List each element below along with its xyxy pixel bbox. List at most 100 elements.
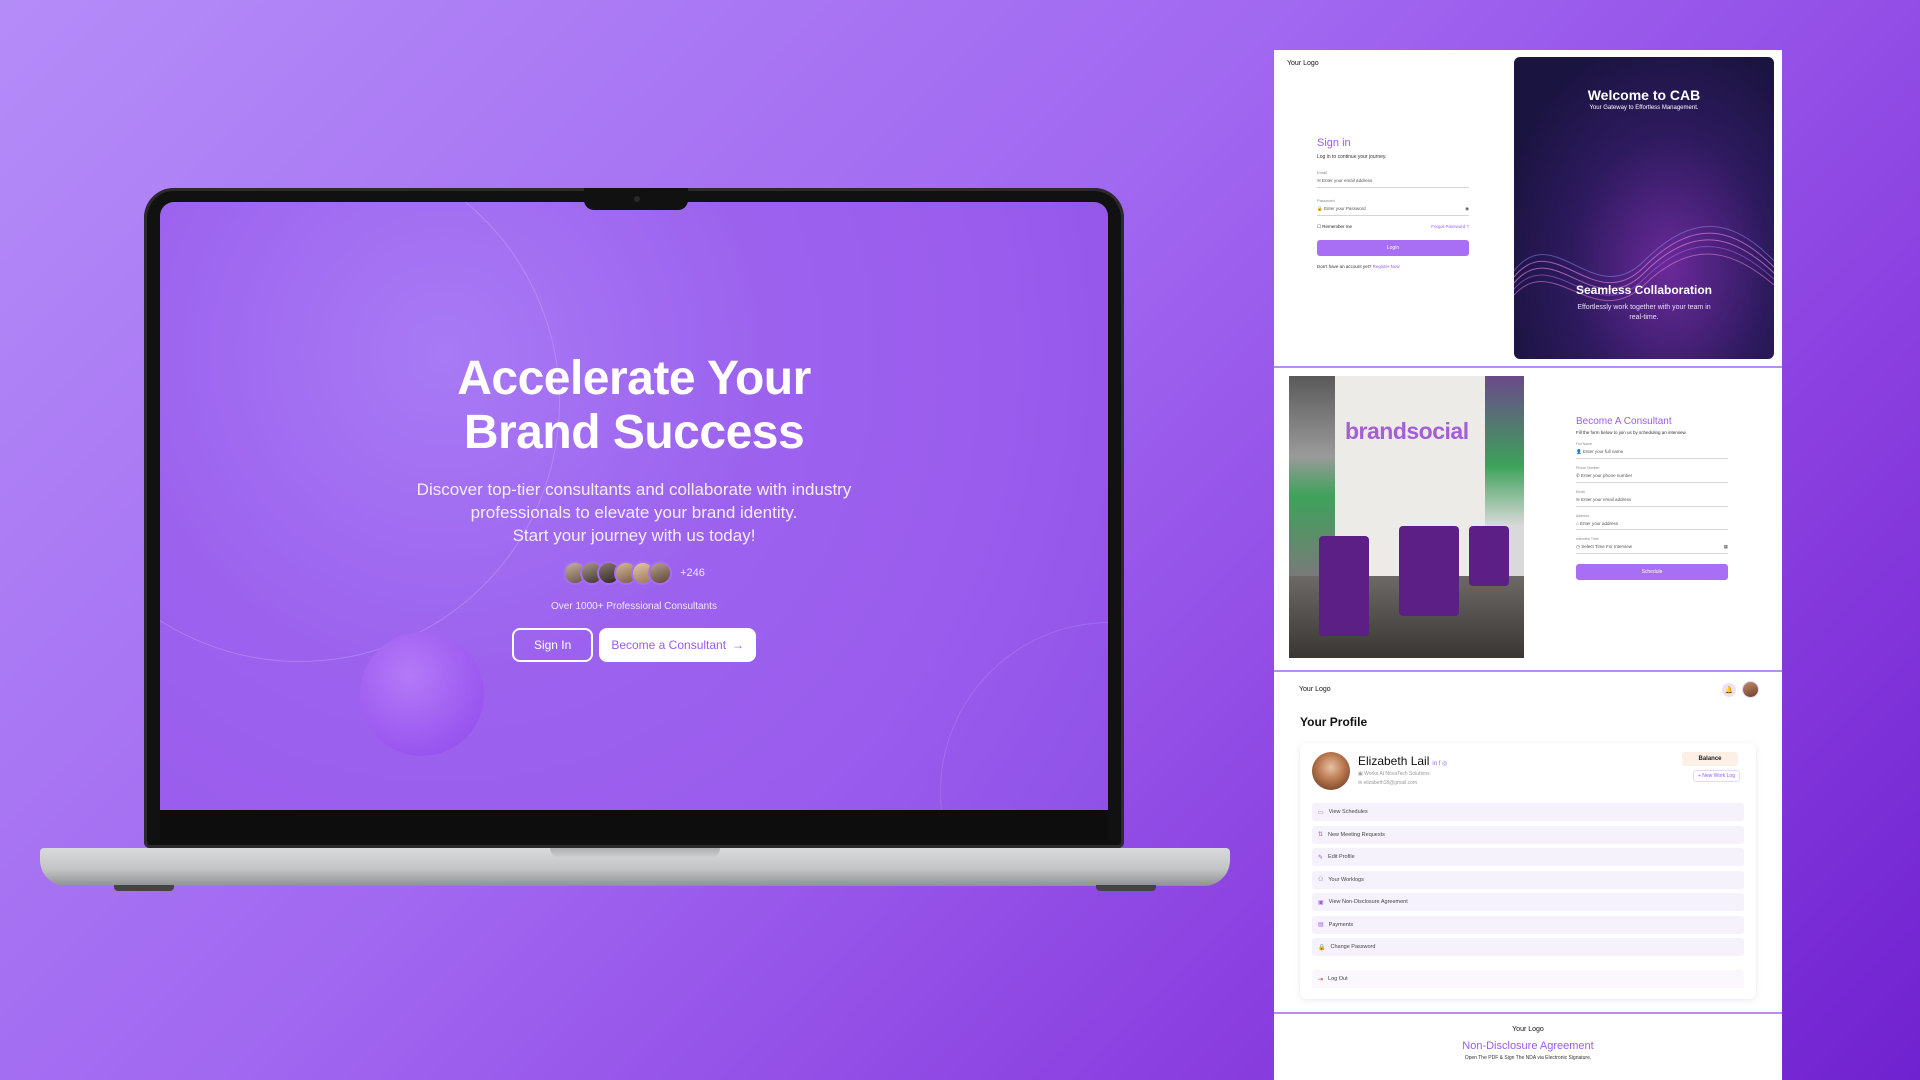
worklog-icon: ⚇ — [1318, 877, 1324, 883]
user-icon: 👤 — [1576, 449, 1582, 454]
laptop-notch — [584, 188, 688, 210]
arrow-right-icon: → — [732, 638, 745, 652]
welcome-title: Welcome to CAB — [1587, 87, 1701, 103]
mail-icon: ✉ — [1576, 497, 1580, 502]
logo: Your Logo — [1512, 1026, 1544, 1033]
password-placeholder: Enter your Password — [1323, 206, 1366, 211]
divider — [1274, 670, 1782, 672]
profile-name-text: Elizabeth Lail — [1358, 754, 1430, 768]
hero-subtitle-line: Discover top-tier consultants and collab… — [416, 480, 852, 499]
laptop-foot — [1096, 885, 1156, 891]
interview-time-field[interactable]: ◷ Select Time For Interview ▦ — [1576, 541, 1728, 554]
brand-sign: brandsocial — [1345, 418, 1469, 444]
new-work-log-button[interactable]: + New Work Log — [1692, 770, 1740, 782]
balance-badge[interactable]: Balance — [1682, 752, 1738, 766]
profile-menu: ▭ View Schedules ⇅ New Meeting Requests ✎ E… — [1312, 803, 1744, 993]
email-field[interactable]: ✉ Enter your email address — [1576, 494, 1728, 507]
calendar-icon: ▭ — [1318, 809, 1324, 816]
register-link[interactable]: Register Now — [1373, 264, 1400, 269]
edit-icon: ✎ — [1318, 854, 1324, 861]
building-icon: ▣ — [1358, 771, 1363, 777]
address-placeholder: Enter your address — [1579, 521, 1619, 526]
profile-company-text: Works At NovaTech Solutions — [1364, 771, 1430, 777]
become-consultant-button[interactable]: Become a Consultant → — [599, 628, 757, 662]
divider — [1274, 1012, 1782, 1014]
signin-heading: Sign in — [1317, 137, 1351, 149]
menu-label: New Meeting Requests — [1328, 831, 1385, 838]
lock-icon: 🔒 — [1317, 206, 1323, 211]
schedule-button[interactable]: Schedule — [1576, 564, 1728, 580]
phone-field[interactable]: ✆ Enter your phone number — [1576, 470, 1728, 483]
laptop-foot — [114, 885, 174, 891]
laptop-chin — [160, 810, 1108, 840]
collab-text: Effortlessly work together with your tea… — [1577, 304, 1711, 321]
camera-icon — [634, 196, 640, 202]
phone-placeholder: Enter your phone number — [1581, 473, 1633, 478]
profile-title: Your Profile — [1300, 715, 1368, 729]
menu-label: Payments — [1328, 921, 1354, 928]
profile-name: Elizabeth Lail in f ◎ — [1358, 754, 1447, 768]
profile-card: Elizabeth Lail in f ◎ ▣ Works At NovaTech… — [1300, 743, 1756, 999]
laptop-groove — [550, 848, 720, 858]
remember-row: ☐ Remember me Forgot Password ? — [1317, 224, 1469, 230]
mail-icon: ✉ — [1358, 780, 1363, 786]
calendar-icon[interactable]: ▦ — [1724, 544, 1728, 550]
menu-label: Log Out — [1328, 976, 1348, 982]
menu-log-out[interactable]: ⇥ Log Out — [1312, 970, 1744, 988]
card-icon: ▤ — [1318, 922, 1324, 928]
register-prompt: Don't have an account yet? Register Now — [1317, 264, 1469, 269]
menu-your-worklogs[interactable]: ⚇ Your Worklogs — [1312, 870, 1744, 889]
hero-title-line: Brand Success — [463, 406, 805, 459]
hero-title-line: Accelerate Your — [457, 352, 811, 405]
email-field[interactable]: ✉ Enter your email address — [1317, 175, 1469, 188]
interview-time-placeholder: Select Time For Interview — [1581, 544, 1632, 549]
menu-label: Edit Profile — [1328, 854, 1355, 860]
landing-screen: Accelerate Your Brand Success Discover t… — [160, 202, 1108, 810]
social-icons[interactable]: in f ◎ — [1432, 761, 1447, 767]
eye-icon[interactable]: ◉ — [1465, 206, 1469, 212]
meeting-icon: ⇅ — [1318, 832, 1324, 838]
document-icon: ▣ — [1318, 899, 1324, 906]
office-photo: brandsocial — [1289, 376, 1524, 658]
avatar — [648, 561, 673, 585]
hero-buttons: Sign In Become a Consultant → — [160, 628, 1108, 662]
menu-change-password[interactable]: 🔒 Change Password — [1312, 938, 1744, 956]
header-actions: 🔔 — [1722, 681, 1759, 698]
sign-in-button[interactable]: Sign In — [511, 628, 594, 662]
menu-new-meeting-requests[interactable]: ⇅ New Meeting Requests — [1312, 825, 1744, 844]
bell-icon[interactable]: 🔔 — [1722, 682, 1736, 697]
menu-payments[interactable]: ▤ Payments — [1312, 915, 1744, 934]
consultant-heading: Become A Consultant — [1576, 416, 1672, 427]
remember-checkbox[interactable]: ☐ Remember me — [1317, 224, 1352, 230]
consultant-avatars: +246 — [160, 561, 1108, 585]
user-avatar[interactable] — [1742, 681, 1759, 698]
menu-view-nda[interactable]: ▣ View Non-Disclosure Agreement — [1312, 893, 1744, 911]
email-placeholder: Enter your email address — [1581, 497, 1632, 502]
remember-label: Remember me — [1322, 224, 1353, 229]
pin-icon: ⌂ — [1576, 521, 1579, 526]
chair — [1399, 526, 1459, 616]
login-button[interactable]: Login — [1317, 240, 1469, 256]
welcome-banner: Welcome to CAB Your Gateway to Effortles… — [1514, 57, 1774, 359]
lock-icon: 🔒 — [1318, 944, 1326, 951]
laptop-lid: Accelerate Your Brand Success Discover t… — [144, 188, 1124, 848]
menu-edit-profile[interactable]: ✎ Edit Profile — [1312, 848, 1744, 866]
screens-panel: Your Logo Sign in Log in to continue you… — [1274, 50, 1782, 1080]
menu-view-schedules[interactable]: ▭ View Schedules — [1312, 803, 1744, 821]
hero-subtitle-line: Start your journey with us today! — [512, 526, 756, 545]
consultant-subheading: Fill the form below to join us by schedu… — [1576, 430, 1687, 435]
forgot-password-link[interactable]: Forgot Password ? — [1431, 224, 1469, 230]
profile-avatar — [1312, 752, 1350, 790]
divider — [1274, 366, 1782, 368]
password-field[interactable]: 🔒 Enter your Password ◉ — [1317, 203, 1469, 216]
laptop-mockup: Accelerate Your Brand Success Discover t… — [40, 188, 1230, 894]
become-consultant-label: Become a Consultant — [611, 638, 727, 652]
nda-subheading: Open The PDF & Sign The NDA via Electron… — [1464, 1055, 1592, 1061]
chair — [1469, 526, 1509, 586]
address-field[interactable]: ⌂ Enter your address — [1576, 518, 1728, 530]
hero-subtitle-line: professionals to elevate your brand iden… — [470, 503, 798, 522]
email-placeholder: Enter your email address — [1322, 178, 1373, 183]
phone-icon: ✆ — [1576, 473, 1580, 478]
fullname-field[interactable]: 👤 Enter your full name — [1576, 446, 1728, 459]
consultant-count: Over 1000+ Professional Consultants — [551, 601, 717, 612]
